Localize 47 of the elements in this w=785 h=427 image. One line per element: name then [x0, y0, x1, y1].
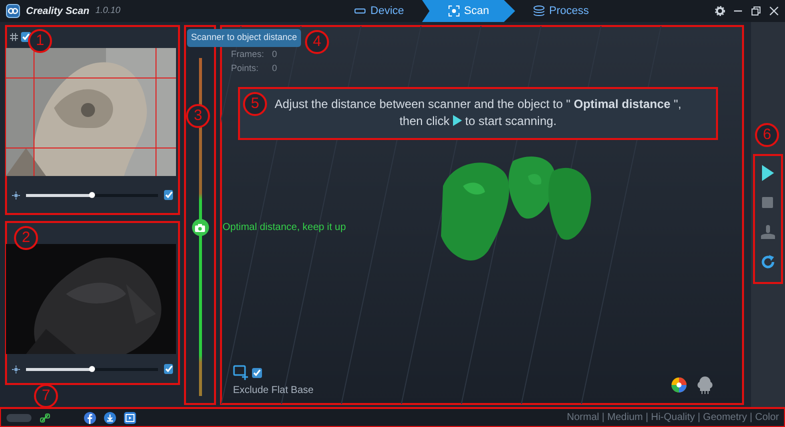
tree-icon[interactable]: [697, 376, 713, 394]
social-icon[interactable]: [84, 412, 96, 424]
distance-status: Optimal distance, keep it up: [222, 221, 346, 235]
settings-icon[interactable]: [715, 6, 725, 16]
callout-number: 4: [305, 30, 329, 54]
callout-number: 3: [186, 104, 210, 128]
brightness-icon: [12, 190, 20, 200]
app-logo-icon: [6, 4, 20, 18]
step-tab[interactable]: Process: [515, 0, 607, 22]
checkbox[interactable]: [21, 32, 31, 42]
stat-value: 0: [272, 62, 278, 74]
instruction-message: Adjust the distance between scanner and the object to " Optimal distance ", then click to start scanning. 5: [239, 88, 717, 139]
callout-number: 5: [243, 92, 267, 116]
exclude-flat-base-label: Exclude Flat Base: [233, 384, 314, 398]
callout-number: 6: [755, 123, 779, 147]
close-icon[interactable]: [769, 6, 779, 16]
stat-label: Points:: [231, 62, 260, 74]
video-icon[interactable]: [124, 412, 136, 424]
download-icon[interactable]: [104, 412, 116, 424]
restore-icon[interactable]: [751, 6, 761, 16]
checkbox[interactable]: [164, 364, 173, 374]
slider-thumb[interactable]: [89, 366, 96, 372]
link-icon: [40, 412, 50, 422]
brightness-icon: [12, 364, 20, 374]
step-tab[interactable]: Device: [336, 0, 422, 22]
slider-thumb[interactable]: [89, 192, 96, 198]
checkbox[interactable]: [252, 368, 262, 378]
stat-value: 0: [272, 48, 278, 61]
play-icon: [452, 115, 462, 126]
distance-tooltip: Scanner to object distance: [187, 29, 302, 46]
stat-label: Frames:: [231, 48, 264, 61]
camera-icon: [195, 224, 205, 232]
callout-number: 1: [28, 29, 52, 53]
stamp-icon: [758, 222, 778, 242]
scan-icon: [448, 5, 460, 17]
grid-icon: [10, 33, 18, 41]
color-wheel-icon[interactable]: [671, 377, 687, 393]
device-status-icon: [6, 412, 32, 422]
app-version: 1.0.10: [95, 4, 120, 18]
layers-icon: [533, 5, 546, 17]
add-base-icon[interactable]: [233, 365, 249, 381]
quality-modes: Normal | Medium | Hi-Quality | Geometry | Color: [566, 411, 779, 425]
camera-marker[interactable]: [192, 219, 208, 236]
app-name: Creality Scan: [26, 4, 90, 18]
checkbox[interactable]: [164, 190, 173, 200]
callout-number: 7: [34, 384, 58, 408]
callout-number: 2: [14, 226, 38, 250]
